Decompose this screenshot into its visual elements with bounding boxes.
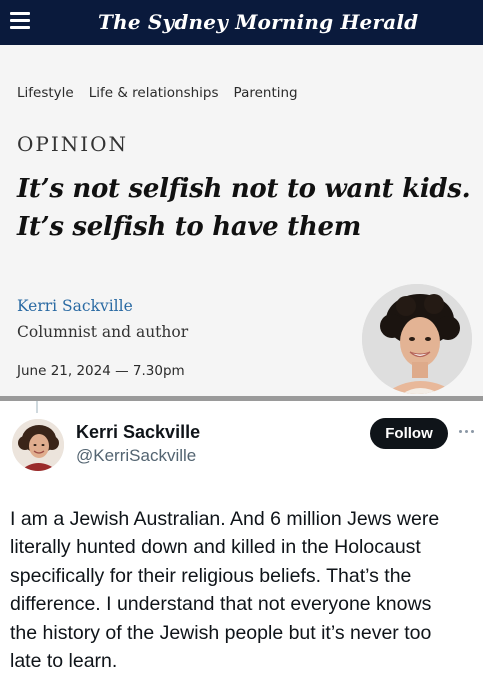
headline-line: It’s selfish to have them (17, 212, 361, 242)
news-article-panel: The Sydney Morning Herald Lifestyle Life… (0, 0, 483, 398)
breadcrumb: Lifestyle Life & relationships Parenting (17, 85, 298, 105)
tweet-card: Kerri Sackville @KerriSackville Follow I… (0, 401, 483, 680)
thread-connector-line (36, 401, 38, 413)
hamburger-menu-icon[interactable] (10, 10, 32, 30)
breadcrumb-parenting[interactable]: Parenting (234, 85, 298, 105)
breadcrumb-life-relationships[interactable]: Life & relationships (89, 85, 219, 105)
tweet-text-line: literally hunted down and killed in the … (10, 536, 421, 559)
author-name-link[interactable]: Kerri Sackville (17, 297, 133, 315)
breadcrumb-lifestyle[interactable]: Lifestyle (17, 85, 74, 105)
headline-line: It’s not selfish not to want kids. (17, 174, 471, 204)
tweet-text-line: I am a Jewish Australian. And 6 million … (10, 508, 440, 530)
tweet-author-name[interactable]: Kerri Sackville (76, 422, 200, 443)
publish-date: June 21, 2024 — 7.30pm (17, 363, 185, 379)
tweet-text-line: specifically for their religious beliefs… (10, 564, 412, 587)
tweet-text-line: difference. I understand that not everyo… (10, 593, 432, 616)
article-headline: It’s not selfish not to want kids. It’s … (17, 170, 477, 246)
author-role: Columnist and author (17, 323, 189, 341)
tweet-text-line: late to learn. (10, 650, 118, 673)
tweet-text-line: the history of the Jewish people but it’… (10, 621, 432, 644)
profile-avatar[interactable] (12, 419, 64, 471)
tweet-body: I am a Jewish Australian. And 6 million … (10, 505, 480, 675)
article-kicker: OPINION (17, 132, 129, 156)
follow-button[interactable]: Follow (370, 418, 448, 449)
site-logo[interactable]: The Sydney Morning Herald (98, 8, 418, 36)
author-photo (362, 284, 472, 394)
more-options-icon[interactable] (457, 428, 479, 436)
site-masthead: The Sydney Morning Herald (0, 0, 483, 45)
tweet-author-handle[interactable]: @KerriSackville (76, 446, 196, 466)
